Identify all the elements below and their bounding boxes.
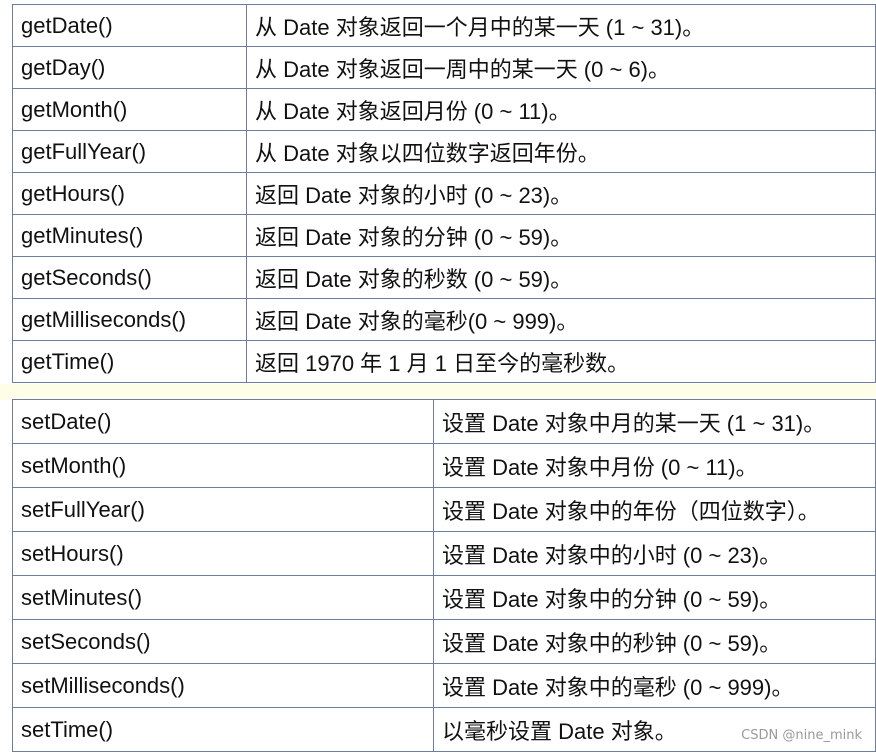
method-name: getFullYear(): [12, 130, 247, 173]
method-description: 从 Date 对象返回月份 (0 ~ 11)。: [246, 88, 876, 131]
table-row: setMinutes() 设置 Date 对象中的分钟 (0 ~ 59)。: [12, 575, 876, 620]
method-description: 返回 Date 对象的秒数 (0 ~ 59)。: [246, 256, 876, 299]
method-name: getMonth(): [12, 88, 247, 131]
method-name: setMilliseconds(): [12, 663, 434, 708]
method-name: getHours(): [12, 172, 247, 215]
method-description: 设置 Date 对象中的小时 (0 ~ 23)。: [433, 531, 876, 576]
method-description: 从 Date 对象返回一个月中的某一天 (1 ~ 31)。: [246, 4, 876, 47]
method-description: 设置 Date 对象中的年份（四位数字）。: [433, 487, 876, 532]
method-description: 返回 1970 年 1 月 1 日至今的毫秒数。: [246, 340, 876, 383]
table-row: getTime() 返回 1970 年 1 月 1 日至今的毫秒数。: [12, 340, 876, 383]
table-row: setMonth() 设置 Date 对象中月份 (0 ~ 11)。: [12, 443, 876, 488]
method-name: setDate(): [12, 399, 434, 444]
table-row: getDate() 从 Date 对象返回一个月中的某一天 (1 ~ 31)。: [12, 4, 876, 47]
table-row: setFullYear() 设置 Date 对象中的年份（四位数字）。: [12, 487, 876, 532]
table-row: getSeconds() 返回 Date 对象的秒数 (0 ~ 59)。: [12, 256, 876, 299]
method-name: setTime(): [12, 707, 434, 752]
table-row: setMilliseconds() 设置 Date 对象中的毫秒 (0 ~ 99…: [12, 663, 876, 708]
method-name: getTime(): [12, 340, 247, 383]
method-description: 从 Date 对象以四位数字返回年份。: [246, 130, 876, 173]
method-name: setMinutes(): [12, 575, 434, 620]
table-row: getMonth() 从 Date 对象返回月份 (0 ~ 11)。: [12, 88, 876, 131]
table-row: getMilliseconds() 返回 Date 对象的毫秒(0 ~ 999)…: [12, 298, 876, 341]
method-description: 设置 Date 对象中的毫秒 (0 ~ 999)。: [433, 663, 876, 708]
method-name: getSeconds(): [12, 256, 247, 299]
method-description: 返回 Date 对象的毫秒(0 ~ 999)。: [246, 298, 876, 341]
method-description: 设置 Date 对象中月的某一天 (1 ~ 31)。: [433, 399, 876, 444]
method-description: 返回 Date 对象的小时 (0 ~ 23)。: [246, 172, 876, 215]
method-name: setHours(): [12, 531, 434, 576]
get-methods-table: getDate() 从 Date 对象返回一个月中的某一天 (1 ~ 31)。 …: [12, 4, 876, 383]
method-name: getDay(): [12, 46, 247, 89]
set-methods-body: setDate() 设置 Date 对象中月的某一天 (1 ~ 31)。 set…: [12, 399, 876, 752]
method-description: 返回 Date 对象的分钟 (0 ~ 59)。: [246, 214, 876, 257]
table-row: getMinutes() 返回 Date 对象的分钟 (0 ~ 59)。: [12, 214, 876, 257]
method-description: 设置 Date 对象中的秒钟 (0 ~ 59)。: [433, 619, 876, 664]
method-name: getDate(): [12, 4, 247, 47]
table-row: setSeconds() 设置 Date 对象中的秒钟 (0 ~ 59)。: [12, 619, 876, 664]
set-methods-table: setDate() 设置 Date 对象中月的某一天 (1 ~ 31)。 set…: [12, 399, 876, 752]
table-row: getDay() 从 Date 对象返回一周中的某一天 (0 ~ 6)。: [12, 46, 876, 89]
table-row: getFullYear() 从 Date 对象以四位数字返回年份。: [12, 130, 876, 173]
method-name: setFullYear(): [12, 487, 434, 532]
get-methods-body: getDate() 从 Date 对象返回一个月中的某一天 (1 ~ 31)。 …: [12, 4, 876, 383]
method-name: getMilliseconds(): [12, 298, 247, 341]
method-name: setMonth(): [12, 443, 434, 488]
method-description: 设置 Date 对象中的分钟 (0 ~ 59)。: [433, 575, 876, 620]
table-separator: [0, 384, 876, 400]
method-description: 从 Date 对象返回一周中的某一天 (0 ~ 6)。: [246, 46, 876, 89]
method-name: getMinutes(): [12, 214, 247, 257]
table-row: setHours() 设置 Date 对象中的小时 (0 ~ 23)。: [12, 531, 876, 576]
method-name: setSeconds(): [12, 619, 434, 664]
table-row: getHours() 返回 Date 对象的小时 (0 ~ 23)。: [12, 172, 876, 215]
table-row: setDate() 设置 Date 对象中月的某一天 (1 ~ 31)。: [12, 399, 876, 444]
watermark: CSDN @nine_mink: [741, 728, 862, 743]
method-description: 设置 Date 对象中月份 (0 ~ 11)。: [433, 443, 876, 488]
